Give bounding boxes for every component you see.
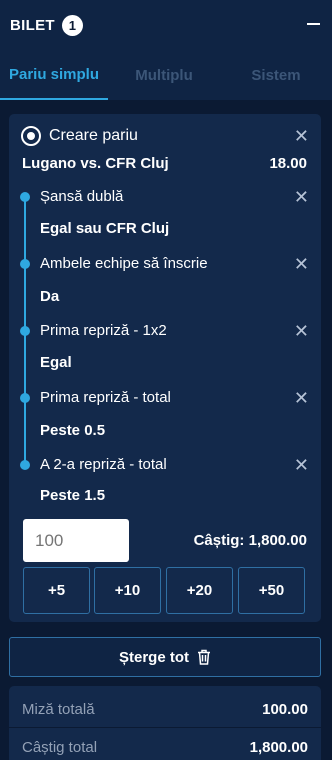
leg-market: Prima repriză - total xyxy=(40,389,171,406)
total-win-row: Câștig total 1,800.00 xyxy=(22,739,308,756)
collapse-icon[interactable] xyxy=(307,23,320,25)
match-name: Lugano vs. CFR Cluj xyxy=(22,155,169,172)
leg-dot xyxy=(20,326,30,336)
clear-all-label: Șterge tot xyxy=(118,648,189,666)
tab-multiple[interactable]: Multiplu xyxy=(108,50,220,100)
tab-single[interactable]: Pariu simplu xyxy=(0,50,108,100)
summary-divider xyxy=(9,727,321,728)
leg-dot xyxy=(20,192,30,202)
betslip-summary: Miză totală 100.00 Câștig total 1,800.00 xyxy=(9,686,321,760)
total-stake-row: Miză totală 100.00 xyxy=(22,701,308,718)
leg-market: Ambele echipe să înscrie xyxy=(40,255,208,272)
leg-selection: Peste 0.5 xyxy=(40,422,106,439)
clear-all-button[interactable]: Șterge tot xyxy=(9,637,321,677)
tab-system[interactable]: Sistem xyxy=(220,50,332,100)
football-icon xyxy=(21,126,41,146)
total-stake-value: 100.00 xyxy=(262,701,308,718)
trash-icon xyxy=(198,649,210,665)
bet-type-tabs: Pariu simplu Multiplu Sistem xyxy=(0,50,332,100)
betslip-header[interactable]: BILET 1 xyxy=(0,0,332,50)
leg-dot xyxy=(20,460,30,470)
bet-builder-header: Creare pariu xyxy=(21,126,138,146)
bet-odds: 18.00 xyxy=(269,155,307,172)
leg-selection: Egal sau CFR Cluj xyxy=(40,220,170,237)
remove-bet-close-icon[interactable]: ✕ xyxy=(294,127,309,145)
quick-stake-5-button[interactable]: +5 xyxy=(23,567,90,614)
leg-selection: Da xyxy=(40,288,60,305)
quick-stake-20-button[interactable]: +20 xyxy=(166,567,233,614)
remove-leg-close-icon[interactable]: ✕ xyxy=(294,188,309,206)
leg-market: Șansă dublă xyxy=(40,188,124,205)
remove-leg-close-icon[interactable]: ✕ xyxy=(294,322,309,340)
remove-leg-close-icon[interactable]: ✕ xyxy=(294,255,309,273)
leg-selection: Peste 1.5 xyxy=(40,487,106,504)
betslip-title: BILET xyxy=(10,16,55,34)
potential-win: Câștig: 1,800.00 xyxy=(193,532,307,549)
quick-stake-10-button[interactable]: +10 xyxy=(94,567,161,614)
leg-dot xyxy=(20,393,30,403)
bet-count-badge: 1 xyxy=(61,14,83,36)
leg-selection: Egal xyxy=(40,354,72,371)
bet-card: Creare pariu ✕ Lugano vs. CFR Cluj 18.00… xyxy=(9,114,321,622)
leg-dot xyxy=(20,259,30,269)
quick-stake-50-button[interactable]: +50 xyxy=(238,567,305,614)
leg-market: A 2-a repriză - total xyxy=(40,456,167,473)
stake-input[interactable] xyxy=(23,519,129,562)
bet-builder-label: Creare pariu xyxy=(49,127,138,144)
remove-leg-close-icon[interactable]: ✕ xyxy=(294,389,309,407)
total-win-value: 1,800.00 xyxy=(249,739,308,756)
total-stake-label: Miză totală xyxy=(22,701,95,718)
remove-leg-close-icon[interactable]: ✕ xyxy=(294,456,309,474)
total-win-label: Câștig total xyxy=(22,739,98,756)
leg-market: Prima repriză - 1x2 xyxy=(40,322,167,339)
